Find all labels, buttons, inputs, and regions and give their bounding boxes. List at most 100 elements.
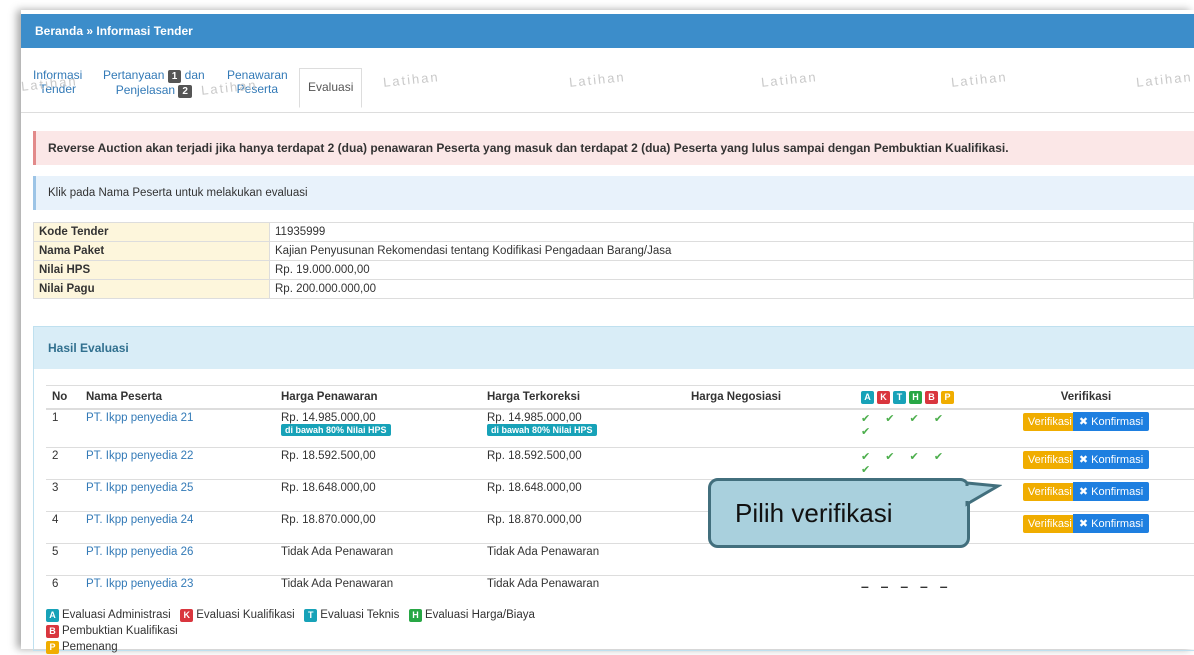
corrected-price: Rp. 18.870.000,00 [481, 511, 685, 544]
watermark: Latihan [950, 69, 1009, 90]
table-row: 4 PT. Ikpp penyedia 24 Rp. 18.870.000,00… [46, 511, 1194, 544]
legend-b-label: Pembuktian Kualifikasi [62, 625, 178, 637]
col-negosiasi: Harga Negosiasi [685, 385, 855, 410]
nilai-hps-label: Nilai HPS [33, 260, 270, 280]
watermark: Latihan [760, 69, 819, 90]
explanation-count-badge: 2 [178, 85, 192, 98]
close-icon: ✖ [1078, 486, 1092, 498]
konfirmasi-button[interactable]: ✖ Konfirmasi [1072, 450, 1150, 469]
col-verifikasi: Verifikasi [977, 385, 1194, 410]
evaluation-results-panel: Hasil Evaluasi No Nama Peserta Harga Pen… [33, 326, 1194, 654]
reverse-auction-alert: Reverse Auction akan terjadi jika hanya … [33, 131, 1194, 165]
verifikasi-button[interactable]: Verifikasi [1022, 515, 1077, 533]
col-no: No [46, 385, 80, 410]
kode-tender-label: Kode Tender [33, 222, 270, 242]
legend-p-badge: P [46, 641, 59, 654]
legend-t-label: Evaluasi Teknis [320, 609, 400, 621]
col-nama: Nama Peserta [80, 385, 275, 410]
watermark: Latihan [568, 69, 627, 90]
legend-t-badge: T [304, 609, 318, 622]
evaluation-table: No Nama Peserta Harga Penawaran Harga Te… [46, 385, 1194, 607]
watermark: Latihan [1135, 69, 1194, 90]
legend-p-label: Pemenang [62, 641, 118, 653]
col-penawaran: Harga Penawaran [275, 385, 481, 410]
tender-info-table: Kode Tender 11935999 Nama Paket Kajian Pen… [33, 222, 1194, 299]
konfirmasi-button[interactable]: ✖ Konfirmasi [1072, 482, 1150, 501]
row-no: 6 [46, 575, 80, 607]
legend-h-badge: H [408, 609, 422, 622]
col-stages: AKTHBP [855, 385, 977, 410]
corrected-price: Rp. 18.592.500,00 [481, 447, 685, 480]
check-icon: ✔ ✔ ✔ ✔ ✔ [861, 413, 950, 438]
watermark: Latihan [382, 69, 441, 90]
panel-title: Hasil Evaluasi [34, 327, 1194, 369]
tab-pertanyaan-penjelasan[interactable]: Pertanyaan 1 dan Penjelasan 2 [103, 68, 205, 98]
corrected-price: Tidak Ada Penawaran [481, 575, 685, 607]
close-icon: ✖ [1078, 518, 1092, 530]
verifikasi-button[interactable]: Verifikasi [1022, 413, 1077, 431]
offer-price: Rp. 18.592.500,00 [275, 447, 481, 480]
row-no: 4 [46, 511, 80, 544]
tab-bar: Informasi Tender Pertanyaan 1 dan Penjelas… [20, 58, 1194, 113]
offer-price: Rp. 18.648.000,00 [275, 479, 481, 512]
stage-k-badge: K [877, 390, 890, 404]
verifikasi-button[interactable]: Verifikasi [1022, 483, 1077, 501]
nilai-pagu-label: Nilai Pagu [33, 279, 270, 299]
verifikasi-button[interactable]: Verifikasi [1022, 451, 1077, 469]
legend-k-badge: K [180, 609, 194, 622]
row-no: 5 [46, 543, 80, 576]
participant-link[interactable]: PT. Ikpp penyedia 25 [86, 482, 193, 494]
legend: A Evaluasi Administrasi K Evaluasi Kualifi… [46, 607, 535, 655]
stage-p-badge: P [941, 390, 954, 404]
table-row: 6 PT. Ikpp penyedia 23 Tidak Ada Penawar… [46, 575, 1194, 607]
instruction-callout: Pilih verifikasi [708, 478, 970, 548]
legend-b-badge: B [46, 625, 59, 638]
offer-price: Tidak Ada Penawaran [275, 543, 481, 576]
col-terkoreksi: Harga Terkoreksi [481, 385, 685, 410]
corrected-price: Rp. 18.648.000,00 [481, 479, 685, 512]
nama-paket-value: Kajian Penyusunan Rekomendasi tentang Ko… [269, 241, 1194, 261]
corrected-price: Tidak Ada Penawaran [481, 543, 685, 576]
row-no: 3 [46, 479, 80, 512]
offer-price: Rp. 18.870.000,00 [275, 511, 481, 544]
konfirmasi-button[interactable]: ✖ Konfirmasi [1072, 412, 1150, 431]
stage-h-badge: H [909, 390, 922, 404]
participant-link[interactable]: PT. Ikpp penyedia 21 [86, 412, 193, 424]
tab-evaluasi[interactable]: Evaluasi [299, 68, 363, 108]
stage-dashes: – – – – – [861, 578, 952, 594]
evaluation-hint-alert: Klik pada Nama Peserta untuk melakukan e… [33, 176, 1194, 210]
nilai-hps-value: Rp. 19.000.000,00 [269, 260, 1194, 280]
legend-a-label: Evaluasi Administrasi [62, 609, 171, 621]
close-icon: ✖ [1078, 416, 1092, 428]
legend-h-label: Evaluasi Harga/Biaya [424, 609, 535, 621]
corrected-price: Rp. 14.985.000,00 [487, 412, 582, 424]
stage-t-badge: T [893, 390, 906, 404]
offer-price: Tidak Ada Penawaran [275, 575, 481, 607]
nama-paket-label: Nama Paket [33, 241, 270, 261]
stage-b-badge: B [925, 390, 938, 404]
below-hps-badge: di bawah 80% Nilai HPS [281, 424, 391, 436]
legend-a-badge: A [46, 609, 59, 622]
participant-link[interactable]: PT. Ikpp penyedia 24 [86, 514, 193, 526]
participant-link[interactable]: PT. Ikpp penyedia 26 [86, 546, 193, 558]
close-icon: ✖ [1078, 454, 1092, 466]
participant-link[interactable]: PT. Ikpp penyedia 22 [86, 450, 193, 462]
table-row: 3 PT. Ikpp penyedia 25 Rp. 18.648.000,00… [46, 479, 1194, 512]
row-no: 1 [46, 408, 80, 448]
callout-pointer [962, 481, 1002, 507]
row-no: 2 [46, 447, 80, 480]
breadcrumb-text: Beranda » Informasi Tender [35, 24, 193, 38]
breadcrumb: Beranda » Informasi Tender [21, 14, 1194, 48]
question-count-badge: 1 [167, 70, 182, 83]
table-row: 5 PT. Ikpp penyedia 26 Tidak Ada Penawar… [46, 543, 1194, 576]
legend-k-label: Evaluasi Kualifikasi [196, 609, 295, 621]
konfirmasi-button[interactable]: ✖ Konfirmasi [1072, 514, 1150, 533]
participant-link[interactable]: PT. Ikpp penyedia 23 [86, 578, 193, 590]
kode-tender-value: 11935999 [269, 222, 1194, 242]
offer-price: Rp. 14.985.000,00 [281, 412, 376, 424]
below-hps-badge: di bawah 80% Nilai HPS [487, 424, 597, 436]
table-row: 2 PT. Ikpp penyedia 22 Rp. 18.592.500,00… [46, 447, 1194, 480]
check-icon: ✔ ✔ ✔ ✔ ✔ [861, 451, 950, 476]
nilai-pagu-value: Rp. 200.000.000,00 [269, 279, 1194, 299]
stage-a-badge: A [861, 390, 874, 404]
